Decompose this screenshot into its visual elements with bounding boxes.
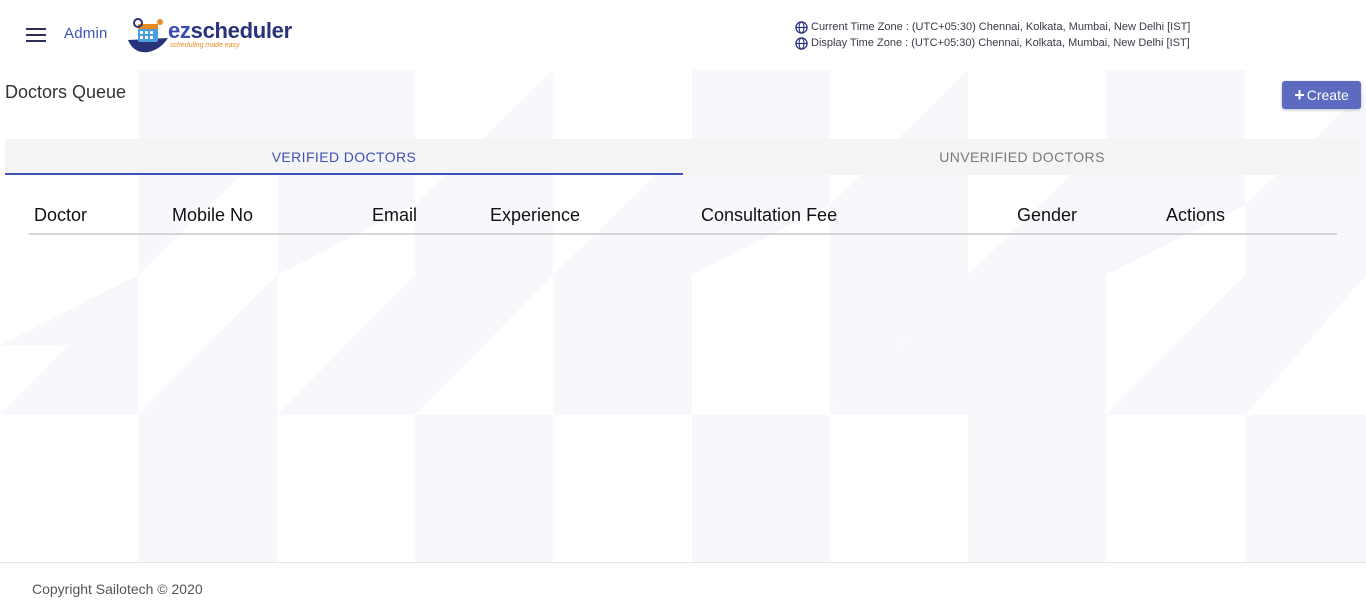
- footer: Copyright Sailotech © 2020: [0, 562, 1366, 613]
- current-timezone-text: Current Time Zone : (UTC+05:30) Chennai,…: [811, 21, 1191, 33]
- menu-button[interactable]: [22, 22, 50, 48]
- logo-brand-prefix: ez: [168, 18, 191, 43]
- top-app-bar: Admin ezscheduler scheduling made easy C…: [0, 0, 1366, 70]
- copyright-text: Copyright Sailotech © 2020: [32, 581, 203, 597]
- display-timezone-text: Display Time Zone : (UTC+05:30) Chennai,…: [811, 37, 1190, 49]
- timezone-info: Current Time Zone : (UTC+05:30) Chennai,…: [795, 19, 1190, 51]
- ezscheduler-logo[interactable]: ezscheduler scheduling made easy: [126, 14, 298, 56]
- column-header-mobile-no[interactable]: Mobile No: [172, 205, 253, 226]
- main-content: Doctors Queue + Create VERIFIED DOCTORS …: [0, 70, 1366, 562]
- column-header-consultation-fee[interactable]: Consultation Fee: [701, 205, 837, 226]
- doctors-table: Doctor Mobile No Email Experience Consul…: [29, 195, 1337, 235]
- doctor-tabs: VERIFIED DOCTORS UNVERIFIED DOCTORS: [5, 139, 1361, 175]
- logo-wordmark: ezscheduler: [168, 18, 292, 44]
- logo-tagline: scheduling made easy: [170, 42, 240, 49]
- tab-verified-doctors[interactable]: VERIFIED DOCTORS: [5, 139, 683, 175]
- admin-label[interactable]: Admin: [64, 25, 108, 42]
- column-header-gender[interactable]: Gender: [1017, 205, 1077, 226]
- create-button[interactable]: + Create: [1282, 81, 1361, 109]
- column-header-doctor[interactable]: Doctor: [34, 205, 87, 226]
- display-timezone-row: Display Time Zone : (UTC+05:30) Chennai,…: [795, 35, 1190, 51]
- current-timezone-row: Current Time Zone : (UTC+05:30) Chennai,…: [795, 19, 1190, 35]
- globe-icon: [795, 20, 808, 34]
- hamburger-menu-icon: [26, 28, 46, 42]
- tab-unverified-doctors[interactable]: UNVERIFIED DOCTORS: [683, 139, 1361, 175]
- column-header-actions: Actions: [1166, 205, 1226, 225]
- column-header-experience[interactable]: Experience: [490, 205, 580, 226]
- column-header-email[interactable]: Email: [372, 205, 417, 226]
- globe-icon: [795, 36, 808, 50]
- table-header-row: Doctor Mobile No Email Experience Consul…: [29, 195, 1337, 235]
- plus-icon: +: [1294, 85, 1305, 105]
- create-button-label: Create: [1306, 87, 1349, 103]
- tab-label: VERIFIED DOCTORS: [271, 149, 417, 165]
- page-title: Doctors Queue: [5, 82, 127, 102]
- calendar-logo-icon: [128, 18, 168, 53]
- tab-label: UNVERIFIED DOCTORS: [939, 149, 1105, 165]
- app-page: Admin ezscheduler scheduling made easy C…: [0, 0, 1366, 613]
- logo-brand-rest: scheduler: [190, 18, 293, 43]
